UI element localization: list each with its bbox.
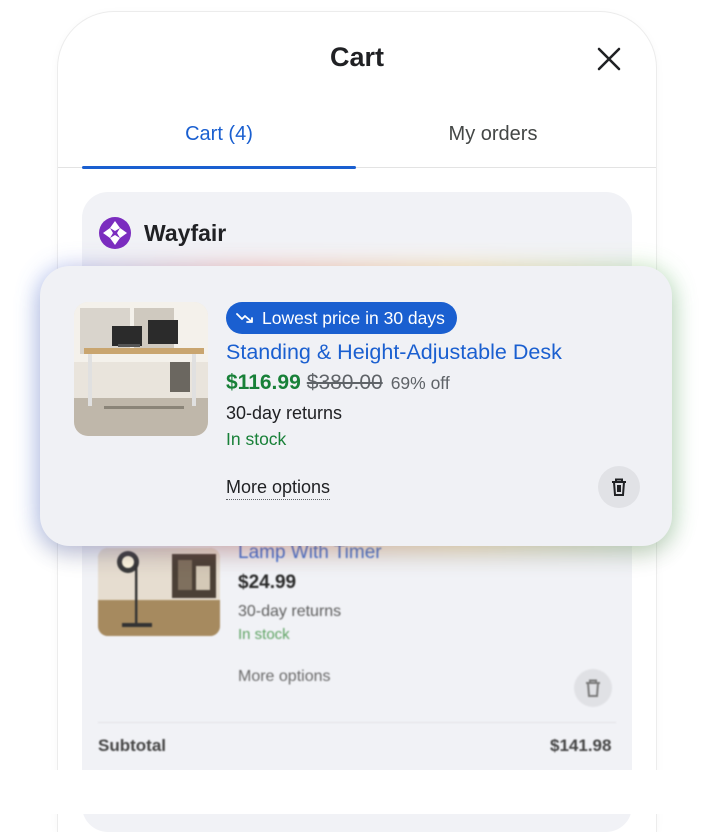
tab-my-orders[interactable]: My orders bbox=[356, 114, 630, 168]
delete-item-button[interactable] bbox=[598, 466, 640, 508]
lamp-image bbox=[98, 548, 220, 636]
badge-label: Lowest price in 30 days bbox=[262, 307, 445, 328]
desk-thumbnail[interactable] bbox=[74, 302, 208, 436]
delete-item-button[interactable] bbox=[574, 669, 612, 707]
close-button[interactable] bbox=[594, 44, 624, 74]
page-title: Cart bbox=[329, 42, 384, 72]
tab-cart-label: Cart (4) bbox=[185, 123, 253, 145]
trending-down-icon bbox=[236, 313, 253, 323]
item-returns: 30-day returns bbox=[238, 603, 342, 620]
lamp-thumbnail[interactable] bbox=[98, 548, 220, 636]
trash-icon bbox=[586, 679, 600, 697]
active-tab-indicator bbox=[82, 166, 356, 169]
bottom-fade bbox=[0, 770, 722, 814]
close-icon bbox=[597, 47, 621, 71]
item-stock-status: In stock bbox=[238, 626, 290, 643]
sale-price: $116.99 bbox=[226, 371, 301, 394]
discount-label: 69% off bbox=[390, 373, 450, 393]
item-returns: 30-day returns bbox=[226, 403, 343, 423]
more-options-link[interactable]: More options bbox=[226, 477, 331, 500]
subtotal-value: $141.98 bbox=[550, 736, 612, 755]
item-title[interactable]: Standing & Height-Adjustable Desk bbox=[226, 340, 562, 365]
divider bbox=[98, 722, 616, 723]
tab-cart[interactable]: Cart (4) bbox=[82, 114, 356, 169]
tab-my-orders-label: My orders bbox=[448, 123, 538, 145]
merchant-header: Wayfair bbox=[98, 216, 226, 250]
item-price: $24.99 bbox=[238, 572, 297, 593]
trash-icon bbox=[612, 478, 626, 496]
original-price: $380.00 bbox=[306, 371, 383, 394]
more-options-link[interactable]: More options bbox=[238, 668, 331, 686]
featured-cart-item: Lowest price in 30 days Standing & Heigh… bbox=[40, 266, 672, 546]
item-stock-status: In stock bbox=[226, 429, 287, 449]
lowest-price-badge: Lowest price in 30 days bbox=[226, 302, 457, 334]
desk-image bbox=[74, 302, 208, 436]
merchant-name: Wayfair bbox=[144, 219, 227, 246]
price-row: $116.99 $380.00 69% off bbox=[226, 371, 450, 395]
wayfair-logo-icon bbox=[99, 217, 131, 249]
subtotal-label: Subtotal bbox=[98, 736, 166, 755]
tab-bar: Cart (4) My orders bbox=[58, 114, 656, 169]
